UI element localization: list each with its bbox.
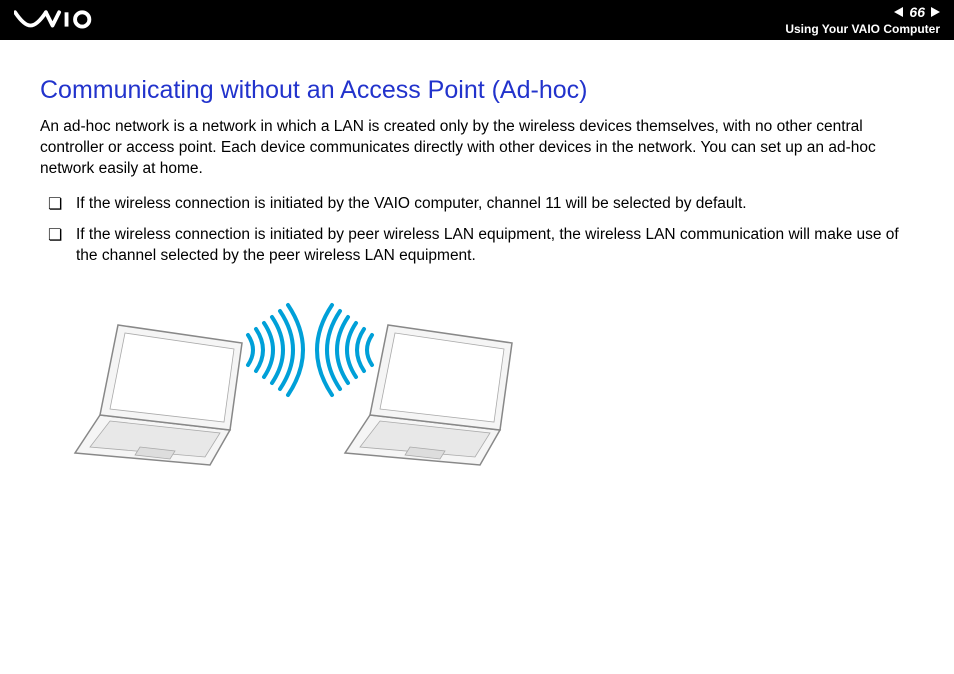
bullet-list: If the wireless connection is initiated … — [40, 194, 914, 267]
next-page-arrow-icon[interactable] — [931, 7, 940, 17]
header-bar: 66 Using Your VAIO Computer — [0, 0, 954, 40]
header-right: 66 Using Your VAIO Computer — [785, 4, 940, 36]
intro-paragraph: An ad-hoc network is a network in which … — [40, 117, 914, 180]
adhoc-illustration — [70, 285, 914, 480]
wireless-waves-left-icon — [248, 305, 303, 395]
laptop-right-icon — [345, 325, 512, 465]
wireless-waves-right-icon — [317, 305, 372, 395]
page-nav: 66 — [894, 4, 940, 20]
vaio-logo — [14, 10, 124, 30]
laptop-left-icon — [75, 325, 242, 465]
list-item: If the wireless connection is initiated … — [48, 194, 914, 215]
page-title: Communicating without an Access Point (A… — [40, 76, 914, 105]
list-item: If the wireless connection is initiated … — [48, 225, 914, 267]
page-number: 66 — [909, 4, 925, 20]
content: Communicating without an Access Point (A… — [0, 40, 954, 480]
section-name: Using Your VAIO Computer — [785, 22, 940, 36]
prev-page-arrow-icon[interactable] — [894, 7, 903, 17]
